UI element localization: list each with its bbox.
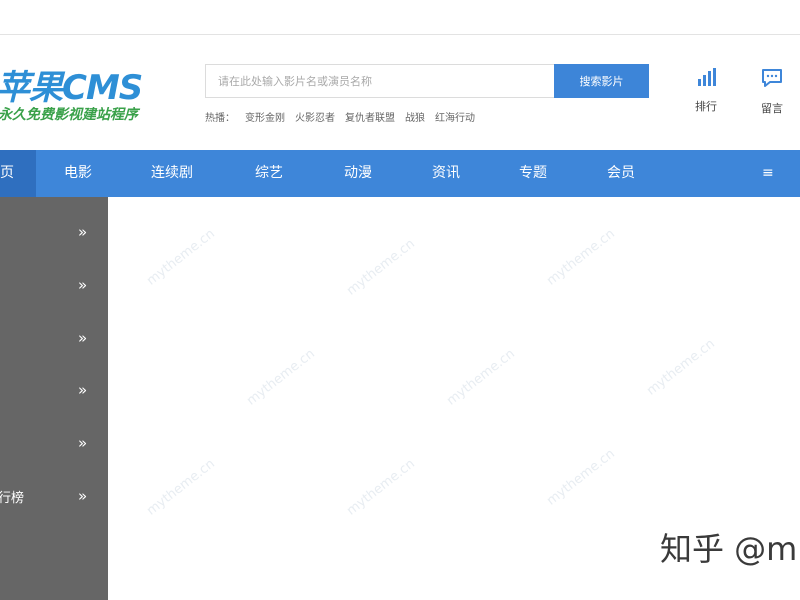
search-input[interactable] (206, 65, 554, 97)
site-logo[interactable]: 苹果CMS (0, 60, 143, 109)
site-tagline: 永久免费影视建站程序 (0, 107, 138, 123)
zhihu-source-watermark: 知乎 @m (660, 530, 798, 568)
watermark-text: mytheme.cn (244, 346, 318, 409)
search-button[interactable]: 搜索影片 (554, 64, 649, 98)
hot-label: 热播： (205, 113, 235, 124)
sidebar-item[interactable]: » (0, 329, 108, 381)
search-box (205, 64, 554, 98)
double-chevron-right-icon: » (78, 434, 88, 452)
double-chevron-right-icon: » (78, 487, 88, 505)
watermark-text: mytheme.cn (644, 336, 718, 399)
nav-home-label: 页 (0, 165, 14, 181)
watermark-text: mytheme.cn (144, 226, 218, 289)
hot-keyword[interactable]: 变形金刚 (245, 113, 285, 124)
double-chevron-right-icon: » (78, 329, 88, 347)
nav-item-members[interactable]: 会员 (607, 150, 635, 197)
nav-item-anime[interactable]: 动漫 (344, 150, 372, 197)
main-nav: 页 电影 连续剧 综艺 动漫 资讯 专题 会员 ≡ (0, 150, 800, 197)
header-top-divider (0, 34, 800, 35)
hot-keyword[interactable]: 复仇者联盟 (345, 113, 395, 124)
sidebar-item-ranking[interactable]: 行榜 » (0, 487, 108, 539)
nav-item-variety[interactable]: 综艺 (255, 150, 283, 197)
hot-keyword[interactable]: 红海行动 (435, 113, 475, 124)
sidebar-item[interactable]: » (0, 276, 108, 328)
watermark-text: mytheme.cn (444, 346, 518, 409)
nav-item-movies[interactable]: 电影 (64, 150, 92, 197)
watermark-text: mytheme.cn (344, 456, 418, 519)
nav-item-news[interactable]: 资讯 (432, 150, 460, 197)
watermark-text: mytheme.cn (144, 456, 218, 519)
message-label: 留言 (761, 102, 783, 115)
rank-button[interactable]: 排行 (686, 68, 726, 114)
message-button[interactable]: 留言 (752, 68, 792, 116)
watermark-text: mytheme.cn (344, 236, 418, 299)
menu-icon: ≡ (762, 165, 774, 181)
double-chevron-right-icon: » (78, 276, 88, 294)
hot-keyword[interactable]: 火影忍者 (295, 113, 335, 124)
nav-item-home[interactable]: 页 (0, 150, 36, 197)
sidebar-item[interactable]: » (0, 223, 108, 275)
hot-keyword[interactable]: 战狼 (405, 113, 425, 124)
rank-label: 排行 (695, 100, 717, 113)
hot-keywords: 热播： 变形金刚 火影忍者 复仇者联盟 战狼 红海行动 (205, 109, 485, 124)
sidebar-item[interactable]: » (0, 381, 108, 433)
sidebar-item-label: 行榜 (0, 491, 25, 506)
double-chevron-right-icon: » (78, 381, 88, 399)
chat-bubble-icon (762, 69, 782, 87)
double-chevron-right-icon: » (78, 223, 88, 241)
nav-item-topics[interactable]: 专题 (519, 150, 547, 197)
nav-item-series[interactable]: 连续剧 (151, 150, 193, 197)
watermark-text: mytheme.cn (544, 226, 618, 289)
watermark-text: mytheme.cn (544, 446, 618, 509)
sidebar-item[interactable]: » (0, 434, 108, 486)
nav-menu-button[interactable]: ≡ (762, 150, 774, 197)
category-sidebar: » » » » » 行榜 » (0, 197, 108, 600)
signal-bars-icon (698, 68, 716, 86)
